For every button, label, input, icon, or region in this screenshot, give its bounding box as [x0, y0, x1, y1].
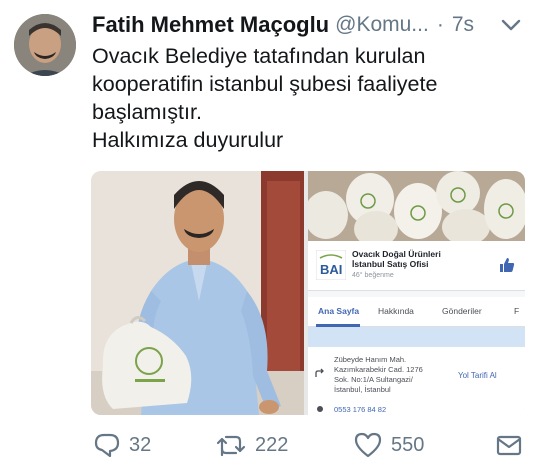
photo-image — [91, 171, 304, 415]
address-line: İstanbul, İstanbul — [334, 385, 391, 394]
phone-icon — [317, 406, 323, 412]
facebook-phone[interactable]: 0553 176 84 82 — [334, 405, 386, 414]
avatar[interactable] — [14, 14, 76, 76]
tweet-actions: 32 222 550 — [91, 428, 531, 462]
photo-man-with-sack[interactable] — [91, 171, 304, 415]
tweet-text: Ovacık Belediye tatafından kurulan koope… — [92, 42, 522, 154]
like-button[interactable]: 550 — [353, 428, 424, 462]
heart-icon — [354, 432, 382, 458]
address-line: Zübeyde Hanım Mah. — [334, 355, 407, 364]
separator-dot: · — [436, 13, 444, 36]
sacks-cover-photo — [308, 171, 525, 241]
chevron-down-icon[interactable] — [500, 14, 522, 36]
reply-count: 32 — [129, 433, 152, 456]
retweet-icon — [216, 435, 246, 457]
cooperative-logo-icon: BAI — [316, 250, 346, 280]
author-name[interactable]: Fatih Mehmet Maçoglu — [92, 12, 329, 38]
facebook-contact-info: Zübeyde Hanım Mah. Kazımkarabekir Cad. 1… — [308, 347, 525, 415]
tweet-time[interactable]: 7s — [452, 13, 474, 37]
get-directions-link[interactable]: Yol Tarifi Al — [458, 371, 497, 380]
tweet-media: BAI Ovacık Doğal Ürünleri İstanbul Satış… — [91, 171, 525, 415]
facebook-page-name[interactable]: Ovacık Doğal Ürünleri İstanbul Satış Ofi… — [352, 249, 441, 269]
tweet-text-line: başlamıştır. — [92, 100, 202, 124]
thumbs-up-icon[interactable] — [499, 257, 515, 273]
facebook-address: Zübeyde Hanım Mah. Kazımkarabekir Cad. 1… — [334, 355, 423, 395]
tab-gonderiler[interactable]: Gönderiler — [442, 306, 482, 316]
tweet-text-line: Ovacık Belediye tatafından kurulan — [92, 44, 426, 68]
facebook-page-name-line: İstanbul Satış Ofisi — [352, 259, 429, 269]
facebook-page-screenshot[interactable]: BAI Ovacık Doğal Ürünleri İstanbul Satış… — [308, 171, 525, 415]
avatar-image — [14, 14, 76, 76]
directions-icon — [315, 368, 324, 377]
author-handle[interactable]: @Komu... — [335, 13, 429, 37]
facebook-page-header: BAI Ovacık Doğal Ürünleri İstanbul Satış… — [308, 241, 525, 291]
address-line: Kazımkarabekir Cad. 1276 — [334, 365, 423, 374]
tab-more[interactable]: F — [514, 306, 519, 316]
tweet-text-line: kooperatifin istanbul şubesi faaliyete — [92, 72, 438, 96]
tab-ana-sayfa[interactable]: Ana Sayfa — [318, 306, 359, 316]
envelope-icon — [496, 435, 522, 456]
reply-button[interactable]: 32 — [93, 428, 151, 462]
facebook-blue-band — [308, 327, 525, 347]
svg-text:BAI: BAI — [320, 262, 342, 277]
tweet-header: Fatih Mehmet Maçoglu @Komu... · 7s — [92, 10, 522, 40]
reply-icon — [94, 433, 120, 458]
retweet-button[interactable]: 222 — [215, 428, 288, 462]
direct-message-button[interactable] — [495, 428, 523, 462]
tweet-text-line: Halkımıza duyurulur — [92, 128, 284, 152]
facebook-page-likes: 46° beğenme — [352, 272, 394, 279]
facebook-tabs: Ana Sayfa Hakkında Gönderiler F — [308, 297, 525, 327]
facebook-page-name-line: Ovacık Doğal Ürünleri — [352, 249, 441, 259]
retweet-count: 222 — [255, 433, 289, 456]
tab-hakkinda[interactable]: Hakkında — [378, 306, 414, 316]
address-line: Sok. No:1/A Sultangazi/ — [334, 375, 413, 384]
like-count: 550 — [391, 433, 425, 456]
